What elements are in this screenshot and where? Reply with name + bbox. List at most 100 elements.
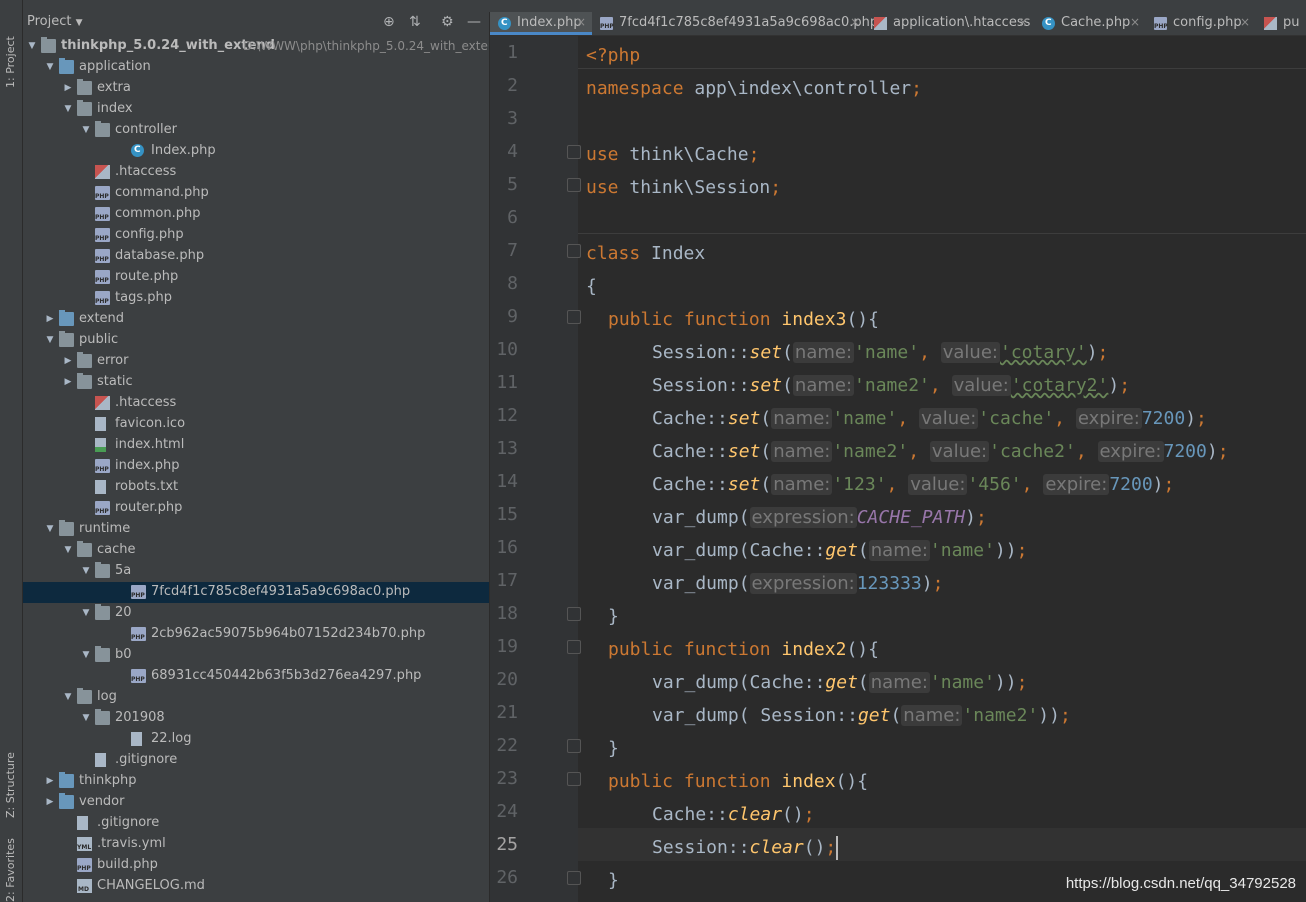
tree-folder-row[interactable]: ▶ extend: [23, 309, 489, 330]
collapse-arrow-icon[interactable]: ▶: [45, 775, 55, 787]
project-tool-label: 1: Project: [4, 36, 17, 88]
tree-file-row[interactable]: .htaccess: [23, 162, 489, 183]
tree-folder-row[interactable]: ▼ log: [23, 687, 489, 708]
tree-folder-row[interactable]: ▼ index: [23, 99, 489, 120]
close-icon[interactable]: ×: [1018, 15, 1028, 29]
tree-file-row[interactable]: .gitignore: [23, 813, 489, 834]
tree-folder-row[interactable]: ▼ 5a: [23, 561, 489, 582]
tree-file-row[interactable]: index.html: [23, 435, 489, 456]
tree-file-row[interactable]: database.php: [23, 246, 489, 267]
tree-file-row[interactable]: route.php: [23, 267, 489, 288]
tree-file-row[interactable]: 68931cc450442b63f5b3d276ea4297.php: [23, 666, 489, 687]
gear-icon[interactable]: ⚙: [441, 15, 454, 29]
tree-folder-row[interactable]: ▶ error: [23, 351, 489, 372]
line-number: 14: [496, 471, 518, 492]
fold-marker-icon[interactable]: [567, 772, 581, 786]
collapse-arrow-icon[interactable]: ▶: [63, 376, 73, 388]
editor-tab[interactable]: Index.php×: [490, 12, 592, 35]
close-icon[interactable]: ×: [576, 15, 586, 29]
tree-file-row[interactable]: router.php: [23, 498, 489, 519]
editor-tab[interactable]: Cache.php×: [1034, 12, 1146, 35]
expand-arrow-icon[interactable]: ▼: [81, 565, 91, 577]
hide-panel-icon[interactable]: —: [467, 15, 481, 29]
collapse-all-icon[interactable]: ⇅: [409, 15, 421, 29]
tree-folder-row[interactable]: ▼ 20: [23, 603, 489, 624]
expand-arrow-icon[interactable]: ▼: [27, 40, 37, 52]
fold-marker-icon[interactable]: [567, 145, 581, 159]
editor-tab[interactable]: 7fcd4f1c785c8ef4931a5a9c698ac0.php×: [592, 12, 878, 35]
expand-arrow-icon[interactable]: ▼: [63, 691, 73, 703]
fold-marker-icon[interactable]: [567, 178, 581, 192]
expand-arrow-icon[interactable]: ▼: [63, 103, 73, 115]
locate-icon[interactable]: ⊕: [383, 15, 395, 29]
tree-item-label: application: [79, 59, 151, 74]
tree-file-row[interactable]: config.php: [23, 225, 489, 246]
expand-arrow-icon[interactable]: ▼: [45, 334, 55, 346]
tree-folder-row[interactable]: ▶ extra: [23, 78, 489, 99]
fold-marker-icon[interactable]: [567, 310, 581, 324]
collapse-arrow-icon[interactable]: ▶: [45, 796, 55, 808]
tree-file-row[interactable]: 22.log: [23, 729, 489, 750]
tree-file-row[interactable]: .gitignore: [23, 750, 489, 771]
project-tool-tab[interactable]: 1: Project: [0, 20, 22, 90]
editor-tab[interactable]: pu: [1256, 12, 1306, 35]
expand-arrow-icon[interactable]: ▼: [81, 124, 91, 136]
expand-arrow-icon[interactable]: ▼: [81, 712, 91, 724]
tree-file-row[interactable]: Index.php: [23, 141, 489, 162]
tree-folder-row[interactable]: ▼ b0: [23, 645, 489, 666]
tree-folder-row[interactable]: ▶ thinkphp: [23, 771, 489, 792]
panel-title-dropdown[interactable]: Project ▼: [27, 14, 83, 29]
expand-arrow-icon[interactable]: ▼: [45, 523, 55, 535]
tree-folder-row[interactable]: ▶ vendor: [23, 792, 489, 813]
tree-file-row[interactable]: build.php: [23, 855, 489, 876]
close-icon[interactable]: ×: [1240, 15, 1250, 29]
tree-folder-row[interactable]: ▼ cache: [23, 540, 489, 561]
php-file-icon: [1154, 17, 1168, 30]
tree-file-row[interactable]: .travis.yml: [23, 834, 489, 855]
tree-file-row[interactable]: 2cb962ac59075b964b07152d234b70.php: [23, 624, 489, 645]
tree-item-label: .htaccess: [115, 164, 177, 179]
code-line-4: use think\Cache;: [586, 144, 760, 165]
editor-tab[interactable]: config.php×: [1146, 12, 1256, 35]
tree-item-label: database.php: [115, 248, 205, 263]
tree-file-row[interactable]: tags.php: [23, 288, 489, 309]
fold-marker-icon[interactable]: [567, 739, 581, 753]
fold-marker-icon[interactable]: [567, 244, 581, 258]
expand-arrow-icon[interactable]: ▼: [63, 544, 73, 556]
fold-marker-icon[interactable]: [567, 640, 581, 654]
close-icon[interactable]: ×: [850, 15, 860, 29]
collapse-arrow-icon[interactable]: ▶: [63, 355, 73, 367]
tree-file-row[interactable]: 7fcd4f1c785c8ef4931a5a9c698ac0.php: [23, 582, 489, 603]
tree-folder-row[interactable]: ▼ public: [23, 330, 489, 351]
tree-file-row[interactable]: robots.txt: [23, 477, 489, 498]
expand-arrow-icon[interactable]: ▼: [81, 649, 91, 661]
tree-file-row[interactable]: .htaccess: [23, 393, 489, 414]
close-icon[interactable]: ×: [1130, 15, 1140, 29]
tree-folder-row[interactable]: ▼ 201908: [23, 708, 489, 729]
tree-folder-row[interactable]: ▶ static: [23, 372, 489, 393]
line-number: 2: [507, 75, 518, 96]
tree-item-label: extra: [97, 80, 131, 95]
tree-folder-row[interactable]: ▼ thinkphp_5.0.24_with_extend D:\WWW\php\t…: [23, 36, 489, 57]
favorites-tool-tab[interactable]: 2: Favorites: [0, 838, 22, 902]
tree-file-row[interactable]: CHANGELOG.md: [23, 876, 489, 897]
tree-file-row[interactable]: command.php: [23, 183, 489, 204]
tree-folder-row[interactable]: ▼ runtime: [23, 519, 489, 540]
fold-marker-icon[interactable]: [567, 607, 581, 621]
tab-label: 7fcd4f1c785c8ef4931a5a9c698ac0.php: [619, 15, 879, 30]
tree-folder-row[interactable]: ▼ application: [23, 57, 489, 78]
tree-item-label: 5a: [115, 563, 132, 578]
expand-arrow-icon[interactable]: ▼: [81, 607, 91, 619]
collapse-arrow-icon[interactable]: ▶: [63, 82, 73, 94]
structure-tool-tab[interactable]: Z: Structure: [0, 740, 22, 820]
tree-file-row[interactable]: common.php: [23, 204, 489, 225]
expand-arrow-icon[interactable]: ▼: [45, 61, 55, 73]
fold-marker-icon[interactable]: [567, 871, 581, 885]
editor-tab[interactable]: application\.htaccess ×: [866, 12, 1034, 35]
collapse-arrow-icon[interactable]: ▶: [45, 313, 55, 325]
tree-file-row[interactable]: index.php: [23, 456, 489, 477]
tree-file-row[interactable]: favicon.ico: [23, 414, 489, 435]
folder-icon: [77, 373, 92, 389]
code-editor[interactable]: 1 2 3 4 5 6 7 8 9 10 11 12 13 14 15 16 17 18 19 20 21 22 23 24 2…: [490, 36, 1306, 902]
tree-folder-row[interactable]: ▼ controller: [23, 120, 489, 141]
